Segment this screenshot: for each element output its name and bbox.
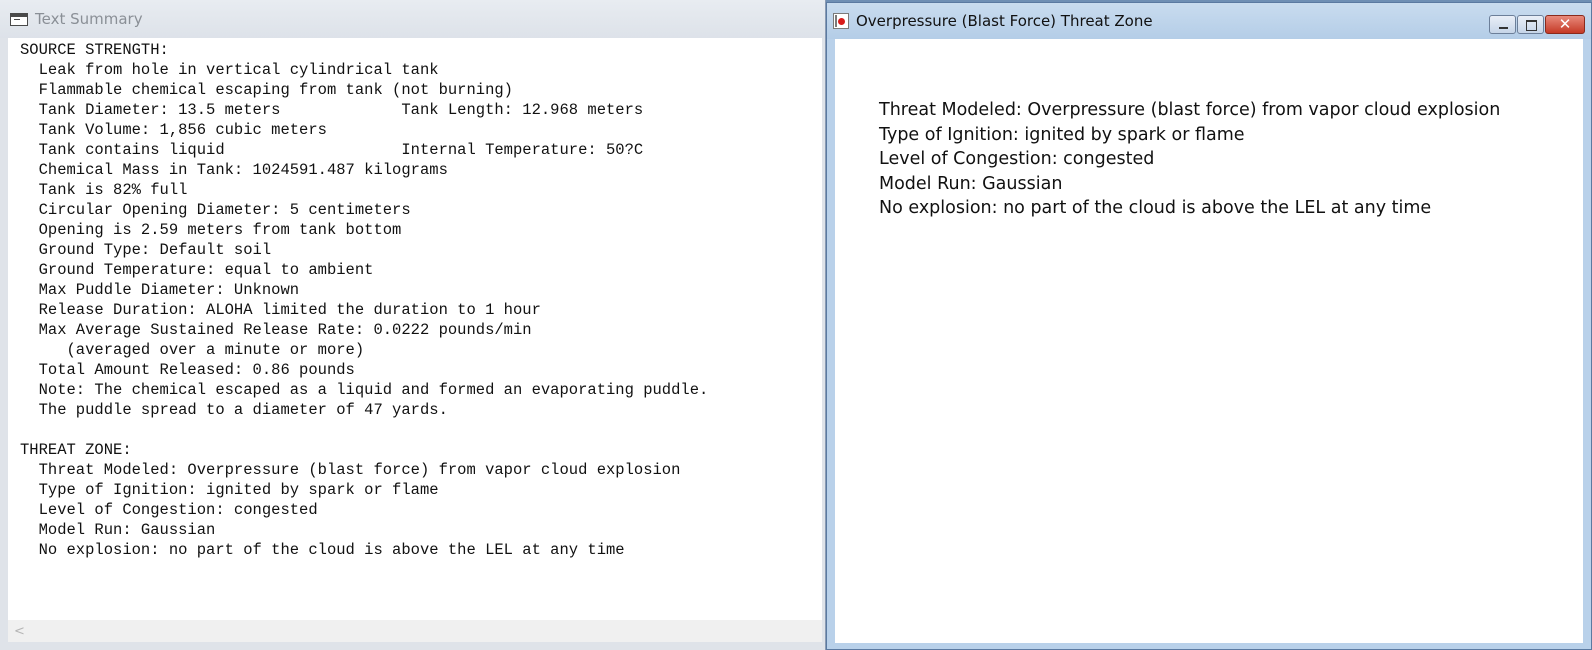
summary-line: Flammable chemical escaping from tank (n…: [20, 81, 513, 99]
restore-button[interactable]: [1517, 15, 1544, 34]
text-summary-content[interactable]: SOURCE STRENGTH: Leak from hole in verti…: [8, 38, 822, 620]
text-summary-titlebar[interactable]: Text Summary: [0, 0, 825, 38]
summary-line: SOURCE STRENGTH:: [20, 41, 169, 59]
summary-line: The puddle spread to a diameter of 47 ya…: [20, 401, 448, 419]
scroll-left-icon[interactable]: <: [14, 624, 25, 639]
summary-line: Circular Opening Diameter: 5 centimeters: [20, 201, 411, 219]
summary-line: Leak from hole in vertical cylindrical t…: [20, 61, 439, 79]
summary-line: Max Puddle Diameter: Unknown: [20, 281, 300, 299]
minimize-button[interactable]: [1489, 15, 1516, 34]
window-title: Overpressure (Blast Force) Threat Zone: [856, 12, 1153, 30]
close-button[interactable]: ✕: [1545, 15, 1585, 34]
summary-line: Tank is 82% full: [20, 181, 188, 199]
summary-line: Chemical Mass in Tank: 1024591.487 kilog…: [20, 161, 448, 179]
summary-line: THREAT ZONE:: [20, 441, 132, 459]
threat-zone-content: Threat Modeled: Overpressure (blast forc…: [835, 39, 1583, 643]
summary-line: No explosion: no part of the cloud is ab…: [20, 541, 625, 559]
threat-zone-app-icon: [833, 13, 849, 29]
summary-line: Tank Diameter: 13.5 meters Tank Length: …: [20, 101, 644, 119]
threat-zone-text: Threat Modeled: Overpressure (blast forc…: [879, 98, 1500, 221]
threat-zone-line: No explosion: no part of the cloud is ab…: [879, 198, 1432, 219]
summary-line: Threat Modeled: Overpressure (blast forc…: [20, 461, 681, 479]
summary-line: Type of Ignition: ignited by spark or fl…: [20, 481, 439, 499]
summary-line: Opening is 2.59 meters from tank bottom: [20, 221, 402, 239]
threat-zone-titlebar[interactable]: Overpressure (Blast Force) Threat Zone ✕: [827, 3, 1591, 39]
close-icon: ✕: [1558, 15, 1572, 33]
summary-line: (averaged over a minute or more): [20, 341, 365, 359]
summary-line: Tank contains liquid Internal Temperatur…: [20, 141, 644, 159]
horizontal-scrollbar[interactable]: <: [8, 620, 822, 642]
summary-line: Ground Temperature: equal to ambient: [20, 261, 374, 279]
threat-zone-line: Type of Ignition: ignited by spark or fl…: [879, 124, 1245, 145]
text-summary-app-icon: [10, 12, 28, 26]
window-controls: ✕: [1488, 15, 1585, 34]
threat-zone-line: Level of Congestion: congested: [879, 149, 1155, 170]
summary-line: Max Average Sustained Release Rate: 0.02…: [20, 321, 532, 339]
threat-zone-window: Overpressure (Blast Force) Threat Zone ✕…: [826, 2, 1592, 650]
summary-text: SOURCE STRENGTH: Leak from hole in verti…: [8, 38, 822, 560]
summary-line: Release Duration: ALOHA limited the dura…: [20, 301, 541, 319]
summary-line: Tank Volume: 1,856 cubic meters: [20, 121, 327, 139]
threat-zone-line: Threat Modeled: Overpressure (blast forc…: [879, 100, 1501, 120]
text-summary-window: Text Summary SOURCE STRENGTH: Leak from …: [0, 0, 826, 650]
summary-line: Total Amount Released: 0.86 pounds: [20, 361, 355, 379]
summary-line: Ground Type: Default soil: [20, 241, 272, 259]
summary-line: Level of Congestion: congested: [20, 501, 318, 519]
window-title: Text Summary: [35, 10, 143, 28]
threat-zone-line: Model Run: Gaussian: [879, 173, 1063, 194]
summary-line: Model Run: Gaussian: [20, 521, 216, 539]
summary-line: Note: The chemical escaped as a liquid a…: [20, 381, 709, 399]
